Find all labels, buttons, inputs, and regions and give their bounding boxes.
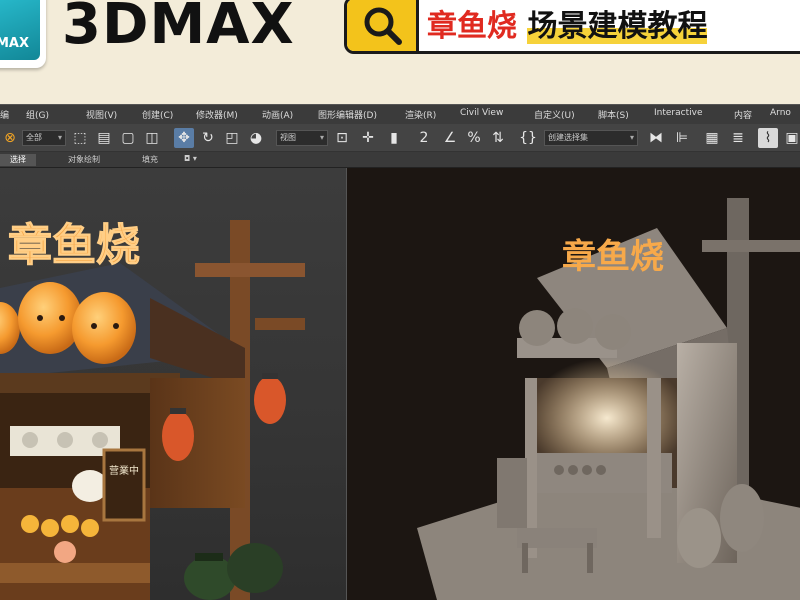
- align-icon[interactable]: ⊫: [672, 128, 692, 148]
- menu-item-interactive[interactable]: Interactive: [654, 108, 702, 118]
- window-crossing-icon[interactable]: ◫: [142, 128, 162, 148]
- tab-populate[interactable]: 填充: [142, 154, 158, 165]
- scene-explorer-icon[interactable]: ≣: [728, 128, 748, 148]
- tab-selection[interactable]: 选择: [0, 154, 36, 166]
- snap-toggle-icon[interactable]: 2: [414, 128, 434, 148]
- select-manipulate-icon[interactable]: ✛: [358, 128, 378, 148]
- schematic-view-icon[interactable]: ▣: [782, 128, 800, 148]
- selection-filter-dropdown[interactable]: 全部: [22, 130, 66, 146]
- menu-item-animation[interactable]: 动画(A): [262, 108, 293, 121]
- edit-named-selection-icon[interactable]: {}: [518, 128, 538, 148]
- select-object-icon[interactable]: ⬚: [70, 128, 90, 148]
- search-keyword-black: 场景建模教程: [527, 9, 708, 44]
- tab-options-icon[interactable]: ◘ ▾: [184, 154, 197, 163]
- search-keyword-red: 章鱼烧: [427, 9, 517, 44]
- named-selection-set-dropdown[interactable]: 创建选择集: [544, 130, 638, 146]
- placement-icon[interactable]: ◕: [246, 128, 266, 148]
- link-icon[interactable]: ⊗: [0, 128, 20, 148]
- viewport-rendered[interactable]: 营業中 章鱼烧: [0, 168, 346, 600]
- 3dsmax-logo: MAX: [0, 0, 46, 68]
- percent-snap-icon[interactable]: %: [464, 128, 484, 148]
- angle-snap-icon[interactable]: ∠: [440, 128, 460, 148]
- stall-sign-right: 章鱼烧: [562, 237, 664, 277]
- menu-item-create[interactable]: 创建(C): [142, 108, 173, 121]
- menu-item-arnold[interactable]: Arno: [770, 108, 791, 118]
- menu-item-scripting[interactable]: 脚本(S): [598, 108, 629, 121]
- menu-item-rendering[interactable]: 渲染(R): [405, 108, 436, 121]
- search-icon: [347, 0, 419, 51]
- 3dsmax-logo-icon: [0, 0, 40, 60]
- menu-item-civil-view[interactable]: Civil View: [460, 108, 503, 118]
- mirror-icon[interactable]: ⧓: [646, 128, 666, 148]
- move-icon[interactable]: ✥: [174, 128, 194, 148]
- stall-sign-left: 章鱼烧: [8, 220, 140, 271]
- banner-title: 3DMAX: [62, 0, 295, 57]
- search-bar: 章鱼烧 场景建模教程: [344, 0, 800, 54]
- menu-item-content[interactable]: 内容: [734, 108, 752, 121]
- menu-item-group[interactable]: 组(G): [26, 108, 49, 121]
- menu-item-graph-editors[interactable]: 图形编辑器(D): [318, 108, 377, 121]
- logo-text: MAX: [0, 36, 30, 51]
- scale-icon[interactable]: ◰: [222, 128, 242, 148]
- search-text: 章鱼烧 场景建模教程: [427, 1, 708, 45]
- tutorial-banner: MAX 3DMAX 章鱼烧 场景建模教程: [0, 0, 800, 80]
- open-sign-text: 营業中: [109, 464, 139, 477]
- menu-bar: 编 组(G) 视图(V) 创建(C) 修改器(M) 动画(A) 图形编辑器(D)…: [0, 104, 800, 124]
- spinner-snap-icon[interactable]: ⇅: [488, 128, 508, 148]
- pivot-center-icon[interactable]: ⊡: [332, 128, 352, 148]
- menu-item-customize[interactable]: 自定义(U): [534, 108, 575, 121]
- rotate-icon[interactable]: ↻: [198, 128, 218, 148]
- menu-item-views[interactable]: 视图(V): [86, 108, 117, 121]
- menu-item-modifiers[interactable]: 修改器(M): [196, 108, 238, 121]
- takoyaki-stall-clay: 章鱼烧: [417, 198, 800, 600]
- menu-item-edit[interactable]: 编: [0, 108, 9, 121]
- rect-selection-icon[interactable]: ▢: [118, 128, 138, 148]
- main-toolbar: ⊗ 全部 ⬚ ▤ ▢ ◫ ✥ ↻ ◰ ◕ 视图 ⊡ ✛ ▮ 2 ∠ % ⇅ {}…: [0, 124, 800, 152]
- viewport-clay-render[interactable]: 章鱼烧: [346, 168, 800, 600]
- takoyaki-stall-render: 营業中 章鱼烧: [0, 220, 305, 600]
- tab-object-paint[interactable]: 对象绘制: [68, 154, 100, 165]
- keyboard-shortcut-icon[interactable]: ▮: [384, 128, 404, 148]
- 3dsmax-window: 编 组(G) 视图(V) 创建(C) 修改器(M) 动画(A) 图形编辑器(D)…: [0, 104, 800, 600]
- layer-manager-icon[interactable]: ▦: [702, 128, 722, 148]
- select-by-name-icon[interactable]: ▤: [94, 128, 114, 148]
- ribbon-tabs: 选择 对象绘制 填充 ◘ ▾: [0, 152, 800, 168]
- curve-editor-icon[interactable]: ⌇: [758, 128, 778, 148]
- reference-coordinate-dropdown[interactable]: 视图: [276, 130, 328, 146]
